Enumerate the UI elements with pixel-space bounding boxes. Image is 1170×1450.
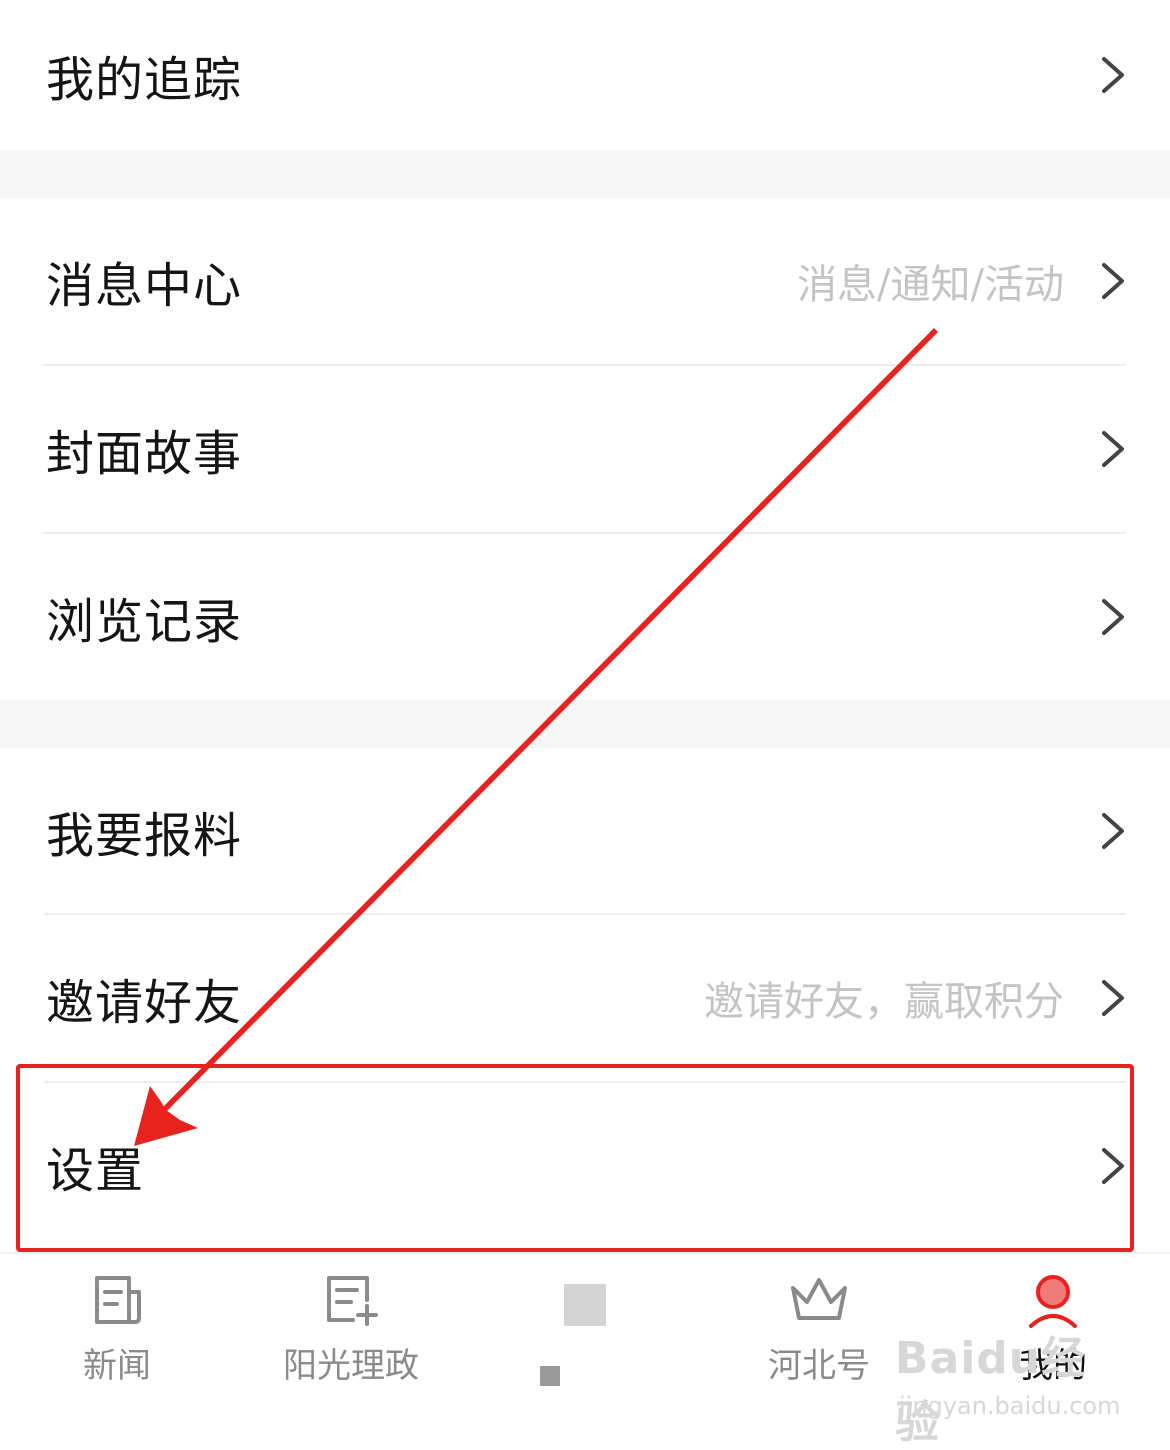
menu-item-label: 浏览记录 [46, 594, 243, 650]
menu-item-label: 我要报料 [46, 808, 243, 864]
menu-item-invite[interactable]: 邀请好友 邀请好友，赢取积分 [0, 915, 1170, 1081]
menu-item-history[interactable]: 浏览记录 [0, 534, 1170, 700]
chevron-right-icon [1102, 57, 1124, 93]
tab-news[interactable]: 新闻 [0, 1252, 234, 1446]
chevron-right-icon [1102, 599, 1124, 635]
menu-item-label: 封面故事 [46, 426, 243, 482]
tab-label: 新闻 [83, 1346, 151, 1386]
news-icon [95, 1276, 141, 1324]
center-app-indicator [540, 1366, 560, 1386]
tab-sunshine-governance[interactable]: 阳光理政 [234, 1252, 468, 1446]
crown-icon [791, 1278, 847, 1320]
document-plus-icon [327, 1276, 378, 1326]
watermark-url: jingyan.baidu.com [899, 1392, 1121, 1420]
section-gap [0, 150, 1170, 198]
menu-item-cover-story[interactable]: 封面故事 [0, 366, 1170, 532]
menu-item-label: 设置 [46, 1143, 145, 1199]
menu-item-tracking[interactable]: 我的追踪 [0, 0, 1170, 150]
chevron-right-icon [1102, 1148, 1124, 1184]
center-app-icon [564, 1284, 606, 1326]
menu-item-hint: 消息/通知/活动 [797, 262, 1064, 308]
menu-item-report[interactable]: 我要报料 [0, 748, 1170, 914]
menu-item-label: 消息中心 [46, 258, 243, 314]
tab-center-app[interactable] [468, 1252, 702, 1446]
menu-item-label: 邀请好友 [46, 975, 243, 1031]
menu-item-messages[interactable]: 消息中心 消息/通知/活动 [0, 198, 1170, 364]
menu-item-hint: 邀请好友，赢取积分 [704, 979, 1064, 1025]
menu-item-settings[interactable]: 设置 [0, 1083, 1170, 1249]
chevron-right-icon [1102, 980, 1124, 1016]
chevron-right-icon [1102, 263, 1124, 299]
chevron-right-icon [1102, 431, 1124, 467]
tab-label: 阳光理政 [283, 1346, 419, 1386]
baidu-watermark: Baidu经验 jingyan.baidu.com [895, 1312, 1125, 1448]
menu-item-label: 我的追踪 [46, 52, 243, 108]
watermark-logo: Baidu经验 [895, 1333, 1087, 1448]
chevron-right-icon [1102, 813, 1124, 849]
section-gap [0, 700, 1170, 748]
